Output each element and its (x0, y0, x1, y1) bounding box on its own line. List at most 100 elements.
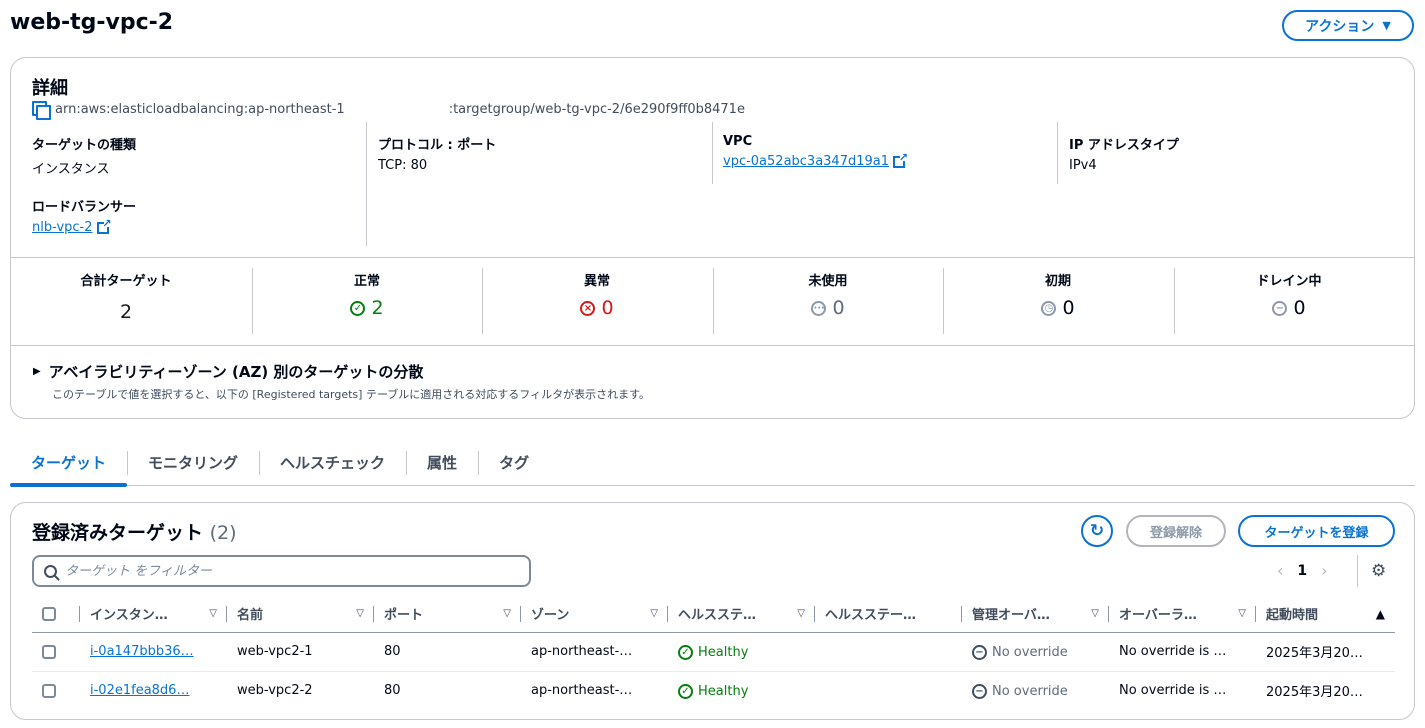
tab-health-checks[interactable]: ヘルスチェック (259, 444, 406, 485)
actions-button-label: アクション (1305, 18, 1375, 35)
sort-icon: ▽ (1238, 608, 1246, 620)
stat-healthy-label: 正常 (353, 274, 380, 289)
instance-link[interactable]: i-0a147bbb36… (90, 644, 194, 659)
sort-icon: ▽ (356, 608, 364, 620)
select-all-checkbox[interactable] (42, 606, 56, 621)
sort-ascending-icon: ▲ (1375, 606, 1385, 621)
vpc-link[interactable]: vpc-0a52abc3a347d19a1 (723, 151, 908, 170)
load-balancer-field: ロードバランサー nlb-vpc-2 (32, 196, 136, 235)
minus-circle-icon: − (972, 644, 987, 660)
chevron-right-icon[interactable]: › (1321, 561, 1327, 580)
target-port: 80 (384, 683, 401, 699)
column-header-override-reason[interactable]: オーバーラ… ▽ (1109, 596, 1256, 633)
az-distribution-description: このテーブルで値を選択すると、以下の [Registered targets] … (52, 388, 650, 401)
column-header-instance[interactable]: インスタン… ▽ (80, 596, 227, 633)
search-icon (44, 564, 57, 578)
refresh-button[interactable]: ↻ (1081, 515, 1113, 547)
arn-row: arn:aws:elasticloadbalancing:ap-northeas… (32, 101, 745, 120)
target-type-label: ターゲットの種類 (32, 138, 137, 153)
registered-targets-title: 登録済みターゲット (2) (32, 518, 237, 545)
target-type-field: ターゲットの種類 インスタンス (32, 134, 136, 177)
stat-healthy-value[interactable]: 2 (371, 297, 383, 319)
copy-icon[interactable] (32, 101, 51, 120)
row-checkbox[interactable] (42, 683, 56, 698)
stat-initial-value[interactable]: 0 (1062, 297, 1074, 319)
target-name: web-vpc2-1 (227, 632, 374, 672)
stat-unused-value[interactable]: 0 (832, 297, 844, 319)
column-header-name[interactable]: 名前 ▽ (227, 596, 374, 633)
table-row: i-02e1fea8d6… web-vpc2-2 80 ap-northeast… (32, 671, 1395, 710)
column-header-launch-time[interactable]: 起動時間 ▲ (1256, 596, 1395, 633)
ellipsis-circle-icon: ··· (811, 300, 827, 316)
sort-icon: ▽ (797, 608, 805, 620)
az-distribution-title: アベイラビリティーゾーン (AZ) 別のターゲットの分散 (48, 363, 424, 381)
select-all-header (32, 596, 80, 633)
stat-initial: 初期 ◷ 0 (943, 270, 1173, 319)
actions-button[interactable]: アクション ▼ (1282, 10, 1414, 41)
stat-unhealthy-label: 異常 (583, 274, 610, 289)
admin-override: − No override (972, 644, 1068, 660)
vpc-label: VPC (723, 134, 753, 149)
registered-targets-panel: 登録済みターゲット (2) ↻ 登録解除 ターゲットを登録 ‹ 1 › ⚙ イン… (10, 502, 1415, 720)
target-port: 80 (374, 632, 521, 672)
column-header-health-status[interactable]: ヘルスステ… ▽ (668, 596, 815, 633)
arn-prefix: arn:aws:elasticloadbalancing:ap-northeas… (55, 101, 345, 117)
tab-monitoring[interactable]: モニタリング (127, 444, 259, 485)
stat-draining-label: ドレイン中 (1256, 274, 1322, 289)
stat-unhealthy-value[interactable]: 0 (601, 297, 613, 319)
stat-initial-label: 初期 (1044, 274, 1071, 289)
stat-unhealthy: 異常 × 0 (482, 270, 712, 319)
target-zone: ap-northeast-… (531, 683, 633, 699)
sort-icon: ▽ (503, 608, 511, 620)
column-header-health-status-details[interactable]: ヘルスステー… (815, 596, 962, 633)
protocol-value: TCP: 80 (378, 158, 428, 173)
column-header-admin-override[interactable]: 管理オーバ… ▽ (962, 596, 1109, 633)
protocol-label: プロトコル : ポート (378, 138, 497, 153)
instance-link[interactable]: i-02e1fea8d6… (90, 683, 189, 698)
filter-box (32, 555, 531, 587)
ip-type-field: IP アドレスタイプ IPv4 (1069, 134, 1179, 173)
page-title: web-tg-vpc-2 (10, 10, 174, 35)
chevron-left-icon[interactable]: ‹ (1277, 561, 1283, 580)
sort-icon: ▽ (209, 608, 217, 620)
health-status-details (815, 632, 962, 672)
external-link-icon (893, 151, 908, 168)
refresh-icon: ↻ (1089, 521, 1105, 541)
minus-circle-icon: − (972, 683, 987, 699)
column-header-zone[interactable]: ゾーン ▽ (521, 596, 668, 633)
health-status: ✓ Healthy (678, 644, 748, 660)
target-zone: ap-northeast-… (521, 632, 668, 672)
check-circle-icon: ✓ (678, 644, 693, 660)
row-checkbox[interactable] (42, 644, 56, 659)
protocol-field: プロトコル : ポート TCP: 80 (378, 134, 496, 173)
stat-draining: ドレイン中 −0 (1174, 270, 1404, 319)
caret-right-icon: ▶ (33, 366, 41, 377)
vpc-link-text: vpc-0a52abc3a347d19a1 (723, 154, 890, 169)
page-number[interactable]: 1 (1297, 563, 1307, 579)
tab-attributes[interactable]: 属性 (406, 444, 478, 485)
filter-input[interactable] (65, 563, 505, 579)
override-reason: No override is … (1109, 632, 1256, 672)
deregister-button[interactable]: 登録解除 (1126, 515, 1226, 547)
tab-tags[interactable]: タグ (478, 444, 550, 485)
pagination: ‹ 1 › (1277, 561, 1328, 580)
gear-icon[interactable]: ⚙ (1371, 561, 1386, 581)
error-circle-icon: × (580, 300, 596, 316)
clock-icon: ◷ (1041, 300, 1057, 316)
launch-time: 2025年3月20… (1266, 685, 1363, 701)
load-balancer-link[interactable]: nlb-vpc-2 (32, 217, 112, 236)
column-header-port[interactable]: ポート ▽ (374, 596, 521, 633)
launch-time: 2025年3月20… (1256, 632, 1395, 672)
check-circle-icon: ✓ (678, 683, 693, 699)
stat-unused: 未使用 ··· 0 (713, 270, 943, 319)
target-type-value: インスタンス (32, 162, 110, 177)
stat-healthy: 正常 ✓ 2 (252, 270, 482, 319)
az-distribution-toggle[interactable]: ▶ アベイラビリティーゾーン (AZ) 別のターゲットの分散 (33, 361, 423, 382)
sort-icon: ▽ (1091, 608, 1099, 620)
stat-draining-value[interactable]: 0 (1293, 297, 1305, 319)
stat-unused-label: 未使用 (808, 274, 848, 289)
tab-targets[interactable]: ターゲット (10, 444, 128, 487)
admin-override: − No override (972, 683, 1068, 699)
register-targets-button[interactable]: ターゲットを登録 (1238, 515, 1395, 547)
registered-targets-title-text: 登録済みターゲット (32, 522, 204, 544)
